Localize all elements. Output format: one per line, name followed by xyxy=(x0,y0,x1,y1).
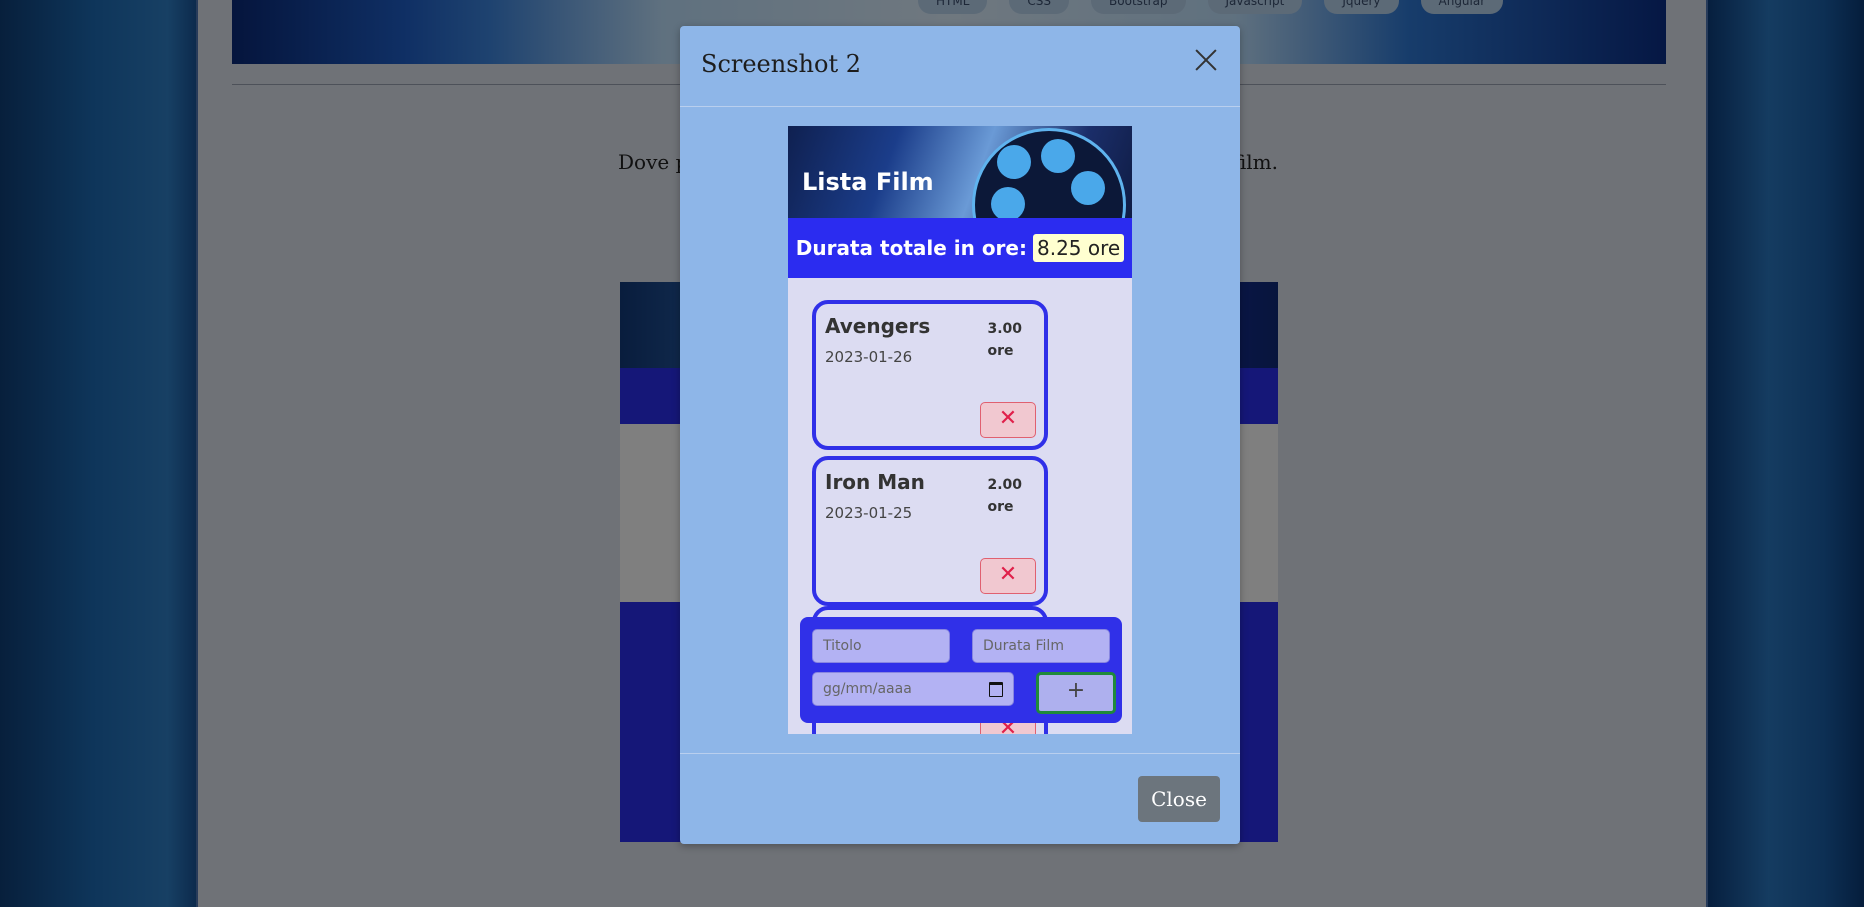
delete-button[interactable]: ✕ xyxy=(980,558,1036,594)
modal-title: Screenshot 2 xyxy=(701,50,861,78)
title-placeholder: Titolo xyxy=(823,638,862,654)
duration-input[interactable]: Durata Film xyxy=(972,629,1110,663)
modal-footer: Close xyxy=(680,753,1240,844)
date-input[interactable]: gg/mm/aaaa xyxy=(812,672,1014,706)
calendar-icon[interactable] xyxy=(989,681,1003,697)
app-screenshot: Lista Film Durata totale in ore: 8.25 or… xyxy=(788,126,1132,734)
film-title: Iron Man xyxy=(825,470,925,494)
app-header-banner: Lista Film xyxy=(788,126,1132,218)
film-unit: ore xyxy=(987,499,1014,515)
screenshot-modal: Screenshot 2 Lista Film Durata totale in… xyxy=(680,26,1240,844)
film-duration: 2.00 ore xyxy=(987,474,1022,518)
close-icon[interactable] xyxy=(1190,44,1222,76)
total-value: 8.25 ore xyxy=(1032,234,1125,262)
add-film-form: Titolo Durata Film gg/mm/aaaa + xyxy=(800,617,1122,723)
delete-button[interactable]: ✕ xyxy=(980,402,1036,438)
film-hours: 2.00 xyxy=(987,477,1022,493)
film-hours: 3.00 xyxy=(987,321,1022,337)
film-unit: ore xyxy=(987,343,1014,359)
film-date: 2023-01-26 xyxy=(825,348,913,366)
modal-header: Screenshot 2 xyxy=(680,26,1240,107)
total-label: Durata totale in ore: xyxy=(795,236,1027,260)
duration-placeholder: Durata Film xyxy=(983,638,1064,654)
date-placeholder: gg/mm/aaaa xyxy=(823,681,912,697)
app-title: Lista Film xyxy=(802,168,934,196)
film-card: Avengers 2023-01-26 3.00 ore ✕ xyxy=(812,300,1048,450)
total-duration-bar: Durata totale in ore: 8.25 ore xyxy=(788,218,1132,278)
add-film-button[interactable]: + xyxy=(1036,672,1116,714)
title-input[interactable]: Titolo xyxy=(812,629,950,663)
film-title: Avengers xyxy=(825,314,931,338)
film-card: Iron Man 2023-01-25 2.00 ore ✕ xyxy=(812,456,1048,606)
film-duration: 3.00 ore xyxy=(987,318,1022,362)
film-date: 2023-01-25 xyxy=(825,504,913,522)
film-reel-icon xyxy=(972,128,1126,218)
close-button[interactable]: Close xyxy=(1138,776,1220,822)
